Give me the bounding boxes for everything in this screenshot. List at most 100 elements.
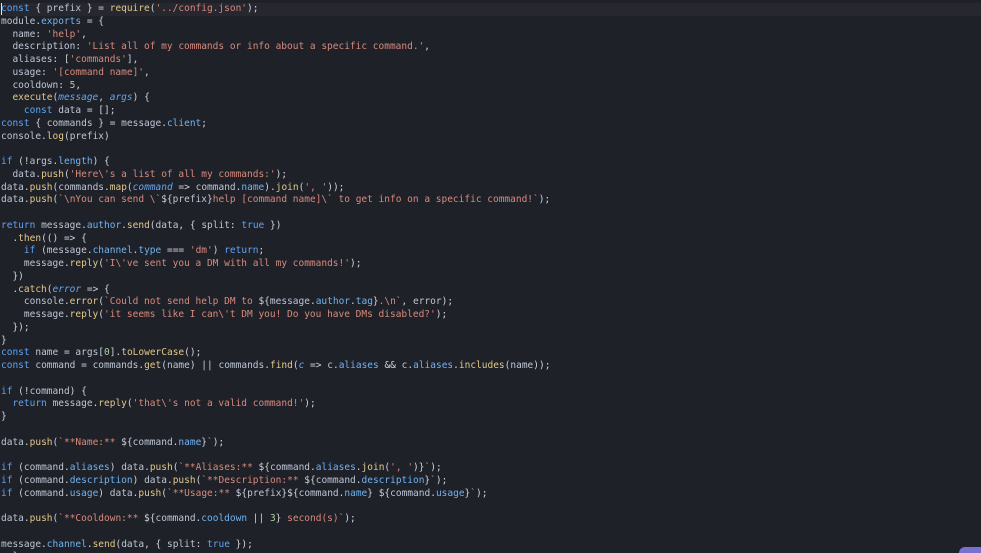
code-token: args xyxy=(109,92,133,104)
code-token: : [ xyxy=(52,54,70,65)
code-token: )); xyxy=(327,181,345,193)
code-token: 'Here\'s a list of all my commands:' xyxy=(69,168,276,180)
code-token: message xyxy=(1,538,42,550)
code-token: message xyxy=(269,296,310,308)
code-token: }); xyxy=(229,538,253,550)
code-token: && xyxy=(378,360,402,371)
code-token: data xyxy=(121,462,145,473)
code-token: } = xyxy=(81,3,110,14)
code-token: ) { xyxy=(92,156,110,167)
code-token: aliases xyxy=(338,360,379,371)
code-token: ) xyxy=(132,474,145,486)
code-token: if xyxy=(1,385,13,397)
code-token: ); xyxy=(275,168,288,180)
code-editor[interactable]: const { prefix } = require ('../config.js… xyxy=(0,0,981,553)
code-token: console xyxy=(1,130,42,142)
code-line: if (message.channel.type === 'dm') retur… xyxy=(1,245,550,258)
code-token: send xyxy=(92,538,116,550)
code-token: ', ' xyxy=(390,462,414,473)
code-line: if (command.usage) data.push(`**Usage:**… xyxy=(1,488,550,501)
code-token: error xyxy=(52,283,82,295)
code-token: `**Description:** xyxy=(201,474,305,486)
code-token: command xyxy=(23,474,64,486)
code-token: ${ xyxy=(258,296,270,308)
code-token: description xyxy=(69,474,133,486)
code-line: return message.author.send(data, { split… xyxy=(1,220,550,233)
code-line: const name = args[0].toLowerCase(); xyxy=(1,347,550,360)
code-token: commands xyxy=(58,181,105,193)
code-token: log xyxy=(46,130,64,142)
code-token: .\n` xyxy=(378,296,402,308)
code-token: command xyxy=(298,487,339,499)
code-line: const { commands } = message.client; xyxy=(1,118,550,131)
code-area[interactable]: const { prefix } = require ('../config.js… xyxy=(1,3,550,553)
code-token: aliases xyxy=(315,462,356,473)
code-token: second(s)` xyxy=(281,513,345,524)
code-line: if (command.aliases) data.push(`**Aliase… xyxy=(1,462,550,475)
code-token: ); xyxy=(435,474,448,486)
code-token: if xyxy=(23,245,36,257)
code-token: ( xyxy=(35,245,47,257)
code-line: } xyxy=(1,335,550,348)
code-token: push xyxy=(29,181,53,193)
code-token: : xyxy=(58,79,70,91)
code-token: 'List all of my commands or info about a… xyxy=(86,41,425,53)
code-token: if xyxy=(1,462,13,473)
code-token: true xyxy=(241,219,265,231)
code-token: if xyxy=(1,156,13,167)
code-token: name xyxy=(35,347,59,359)
code-token: ]. xyxy=(109,347,122,359)
code-token: ); xyxy=(349,258,362,269)
code-line: console.log(prefix) xyxy=(1,131,550,144)
code-token: , xyxy=(401,296,413,308)
code-token: }${ xyxy=(281,487,299,499)
code-token: }); xyxy=(1,321,30,333)
code-token: command xyxy=(315,474,356,486)
code-token: tag xyxy=(355,296,373,308)
code-token: command xyxy=(269,462,311,473)
code-token: , { xyxy=(144,538,167,550)
code-token: data xyxy=(1,436,24,448)
code-token: = xyxy=(75,360,93,371)
code-token: 'commands' xyxy=(69,54,127,65)
code-token: push xyxy=(29,513,53,524)
code-token: length xyxy=(58,156,93,167)
code-line: message.reply('I\'ve sent you a DM with … xyxy=(1,258,550,271)
code-token: prefix xyxy=(69,130,105,142)
code-line: data.push('Here\'s a list of all my comm… xyxy=(1,169,550,182)
code-token: ) { xyxy=(132,92,150,104)
code-token: command xyxy=(23,462,64,473)
code-token: ); xyxy=(212,436,225,448)
code-token: message xyxy=(23,309,64,320)
code-token: commands xyxy=(46,117,93,129)
code-token: aliases xyxy=(12,54,53,65)
code-token: , xyxy=(424,41,431,53)
code-token: data xyxy=(155,219,179,231)
code-token: usage xyxy=(12,66,42,78)
code-token: , xyxy=(75,79,82,91)
code-token: (() => { xyxy=(41,232,87,244)
code-token: 'that\'s not a valid command!' xyxy=(132,398,305,410)
code-token: map xyxy=(109,181,127,193)
code-token: console xyxy=(23,296,64,308)
code-token: channel xyxy=(46,538,87,550)
code-line: message.reply('it seems like I can\'t DM… xyxy=(1,309,550,322)
code-token: require xyxy=(109,3,150,14)
code-token: join xyxy=(361,462,385,473)
code-token: const xyxy=(1,347,30,359)
code-token: const xyxy=(1,3,30,14)
code-token: find xyxy=(269,360,293,371)
code-line: const { prefix } = require('../config.js… xyxy=(1,3,550,16)
code-token: message xyxy=(52,398,93,410)
code-token: data xyxy=(12,168,36,180)
code-token: command xyxy=(29,385,70,397)
code-token: commands xyxy=(92,360,139,371)
code-token: )} xyxy=(413,462,425,473)
